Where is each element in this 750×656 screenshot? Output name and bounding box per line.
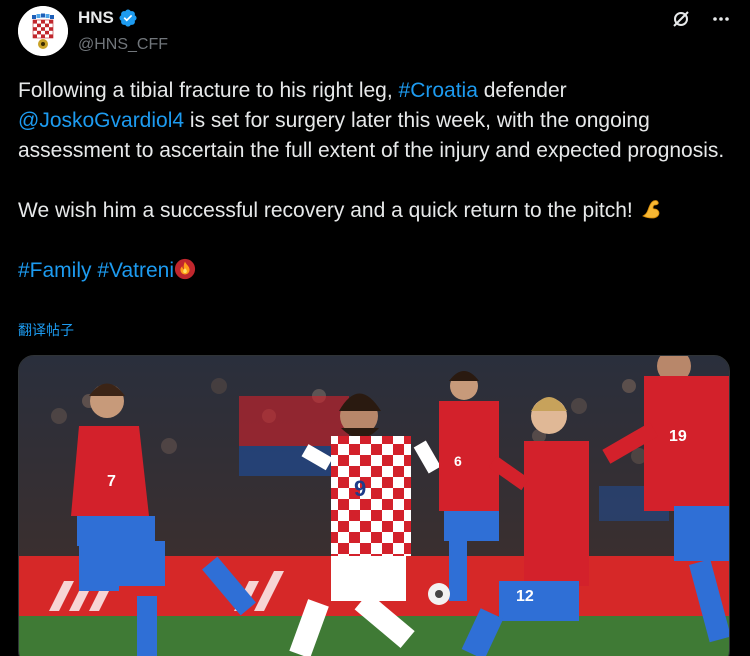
jersey-number: 12 — [516, 588, 534, 605]
hashtag-croatia[interactable]: #Croatia — [399, 79, 478, 102]
author-handle[interactable]: @HNS_CFF — [78, 36, 168, 54]
jersey-number: 19 — [669, 428, 687, 445]
text-segment: We wish him a successful recovery and a … — [18, 199, 639, 222]
grok-icon[interactable] — [670, 8, 692, 30]
hashtag-vatreni[interactable]: #Vatreni — [97, 259, 174, 282]
jersey-number: 9 — [354, 476, 366, 501]
jersey-number: 6 — [454, 453, 462, 469]
tweet-paragraph-2: We wish him a successful recovery and a … — [18, 196, 732, 226]
mention-gvardiol[interactable]: @JoskoGvardiol4 — [18, 109, 184, 132]
author-name-row[interactable]: HNS — [78, 8, 138, 28]
jersey-number: 7 — [107, 473, 116, 490]
more-icon[interactable] — [710, 8, 732, 30]
hns-crest-icon — [18, 6, 68, 56]
text-segment: Following a tibial fracture to his right… — [18, 79, 399, 102]
match-photo: 7 9 6 12 19 — [19, 356, 729, 656]
display-name[interactable]: HNS — [78, 8, 114, 28]
text-segment: defender — [477, 79, 567, 102]
verified-badge-icon — [119, 9, 137, 27]
tweet-paragraph-3: #Family #Vatreni — [18, 256, 732, 286]
fire-icon — [174, 258, 196, 280]
hashtag-family[interactable]: #Family — [18, 259, 92, 282]
avatar[interactable] — [18, 6, 68, 56]
tweet-paragraph-1: Following a tibial fracture to his right… — [18, 76, 732, 166]
tweet-text: Following a tibial fracture to his right… — [18, 76, 732, 286]
flexed-biceps-icon — [641, 200, 659, 219]
tweet-card: HNS @HNS_CFF Following a tibial fracture… — [0, 0, 750, 656]
tweet-actions-top — [670, 8, 732, 30]
translate-post-link[interactable]: 翻译帖子 — [18, 320, 74, 340]
tweet-media-image[interactable]: 7 9 6 12 19 — [18, 355, 730, 656]
